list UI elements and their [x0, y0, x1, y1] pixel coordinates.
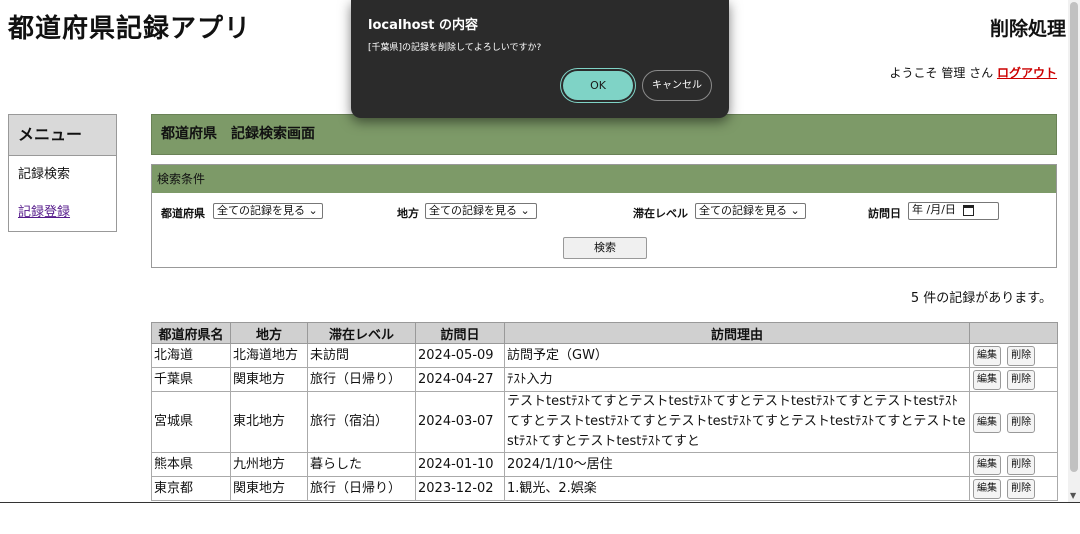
dialog-cancel-button[interactable]: キャンセル	[642, 70, 712, 101]
scrollbar-thumb[interactable]	[1070, 2, 1078, 472]
delete-button[interactable]: 削除	[1007, 479, 1036, 499]
search-section-title: 検索条件	[152, 165, 1056, 193]
table-row: 北海道 北海道地方 未訪問 2024-05-09 訪問予定（GW） 編集 削除	[151, 343, 1058, 368]
edit-button[interactable]: 編集	[973, 346, 1001, 366]
cell-actions: 編集 削除	[969, 343, 1058, 368]
bottom-bar	[0, 502, 1080, 534]
stay-level-select[interactable]: 全ての記録を見る ⌄	[695, 203, 806, 219]
search-panel: 検索条件 都道府県 全ての記録を見る ⌄ 地方 全ての記録を見る ⌄ 滞在レベル…	[151, 164, 1057, 268]
cell-prefecture: 東京都	[151, 476, 231, 501]
scroll-down-arrow-icon[interactable]: ▼	[1070, 491, 1076, 500]
cell-region: 北海道地方	[230, 343, 308, 368]
column-header-stay-level: 滞在レベル	[307, 322, 416, 344]
logout-link[interactable]: ログアウト	[997, 66, 1057, 80]
stay-level-select-value: 全ての記録を見る	[699, 204, 787, 217]
prefecture-select-value: 全ての記録を見る	[217, 204, 305, 217]
column-header-visit-reason: 訪問理由	[504, 322, 970, 344]
region-select[interactable]: 全ての記録を見る ⌄	[425, 203, 537, 219]
dialog-title: localhost の内容	[368, 18, 478, 33]
cell-actions: 編集 削除	[969, 476, 1058, 501]
cell-visit-date: 2024-05-09	[415, 343, 505, 368]
chevron-down-icon: ⌄	[790, 204, 800, 217]
table-row: 東京都 関東地方 旅行（日帰り） 2023-12-02 1.観光、2.娯楽 編集…	[151, 476, 1058, 501]
column-header-visit-date: 訪問日	[415, 322, 505, 344]
cell-prefecture: 宮城県	[151, 391, 231, 453]
delete-button[interactable]: 削除	[1007, 346, 1036, 366]
delete-button[interactable]: 削除	[1007, 455, 1036, 475]
cell-visit-reason: テストtestﾃｽﾄてすとテストtestﾃｽﾄてすとテストtestﾃｽﾄてすとテ…	[504, 391, 970, 453]
delete-button[interactable]: 削除	[1007, 370, 1036, 390]
column-header-prefecture: 都道府県名	[151, 322, 231, 344]
prefecture-select[interactable]: 全ての記録を見る ⌄	[213, 203, 323, 219]
record-count: 5 件の記録があります。	[910, 291, 1052, 306]
cell-prefecture: 千葉県	[151, 367, 231, 392]
menu-item-record-register[interactable]: 記録登録	[9, 194, 116, 232]
dialog-message: [千葉県]の記録を削除してよろしいですか?	[368, 43, 542, 53]
table-header-row: 都道府県名 地方 滞在レベル 訪問日 訪問理由	[151, 322, 1058, 344]
welcome-bar: ようこそ 管理 さん ログアウト	[890, 64, 1057, 81]
cell-actions: 編集 削除	[969, 367, 1058, 392]
page-heading: 削除処理	[989, 18, 1066, 40]
region-select-value: 全ての記録を見る	[429, 204, 517, 217]
menu-title: メニュー	[9, 115, 116, 156]
records-table: 都道府県名 地方 滞在レベル 訪問日 訪問理由 北海道 北海道地方 未訪問 20…	[151, 322, 1058, 501]
cell-stay-level: 旅行（宿泊）	[307, 391, 416, 453]
table-row: 宮城県 東北地方 旅行（宿泊） 2024-03-07 テストtestﾃｽﾄてすと…	[151, 391, 1058, 453]
cell-visit-reason: ﾃｽﾄ入力	[504, 367, 970, 392]
cell-region: 関東地方	[230, 367, 308, 392]
visit-date-label: 訪問日	[868, 207, 901, 220]
cell-prefecture: 北海道	[151, 343, 231, 368]
cell-stay-level: 旅行（日帰り）	[307, 367, 416, 392]
region-label: 地方	[397, 207, 419, 220]
screen-title: 都道府県 記録検索画面	[151, 114, 1057, 155]
visit-date-placeholder: 年 /月/日	[912, 203, 956, 216]
cell-region: 九州地方	[230, 452, 308, 477]
delete-button[interactable]: 削除	[1007, 412, 1036, 433]
cell-stay-level: 暮らした	[307, 452, 416, 477]
cell-visit-date: 2023-12-02	[415, 476, 505, 501]
cell-visit-reason: 1.観光、2.娯楽	[504, 476, 970, 501]
menu-item-record-search[interactable]: 記録検索	[9, 156, 116, 194]
cell-visit-date: 2024-01-10	[415, 452, 505, 477]
stay-level-label: 滞在レベル	[633, 207, 688, 220]
edit-button[interactable]: 編集	[973, 479, 1001, 499]
column-header-actions	[969, 322, 1058, 344]
cell-actions: 編集 削除	[969, 391, 1058, 453]
chevron-down-icon: ⌄	[520, 204, 530, 217]
confirm-dialog: localhost の内容 [千葉県]の記録を削除してよろしいですか? OK キ…	[351, 0, 729, 118]
cell-region: 東北地方	[230, 391, 308, 453]
cell-prefecture: 熊本県	[151, 452, 231, 477]
dialog-ok-button[interactable]: OK	[563, 71, 633, 100]
cell-visit-reason: 2024/1/10～居住	[504, 452, 970, 477]
visit-date-input[interactable]: 年 /月/日	[908, 202, 999, 220]
cell-stay-level: 未訪問	[307, 343, 416, 368]
welcome-text: ようこそ 管理 さん	[889, 66, 994, 80]
cell-visit-reason: 訪問予定（GW）	[504, 343, 970, 368]
calendar-icon[interactable]	[963, 204, 975, 216]
edit-button[interactable]: 編集	[973, 370, 1001, 390]
side-menu: メニュー 記録検索 記録登録	[8, 114, 117, 232]
cell-stay-level: 旅行（日帰り）	[307, 476, 416, 501]
table-row: 千葉県 関東地方 旅行（日帰り） 2024-04-27 ﾃｽﾄ入力 編集 削除	[151, 367, 1058, 392]
table-row: 熊本県 九州地方 暮らした 2024-01-10 2024/1/10～居住 編集…	[151, 452, 1058, 477]
cell-region: 関東地方	[230, 476, 308, 501]
edit-button[interactable]: 編集	[973, 412, 1001, 433]
column-header-region: 地方	[230, 322, 308, 344]
cell-visit-date: 2024-03-07	[415, 391, 505, 453]
prefecture-label: 都道府県	[161, 207, 205, 220]
cell-visit-date: 2024-04-27	[415, 367, 505, 392]
app-title: 都道府県記録アプリ	[8, 14, 252, 44]
edit-button[interactable]: 編集	[973, 455, 1001, 475]
search-button[interactable]: 検索	[563, 237, 647, 259]
cell-actions: 編集 削除	[969, 452, 1058, 477]
chevron-down-icon: ⌄	[308, 204, 318, 217]
vertical-scrollbar[interactable]: ▼	[1068, 0, 1080, 502]
